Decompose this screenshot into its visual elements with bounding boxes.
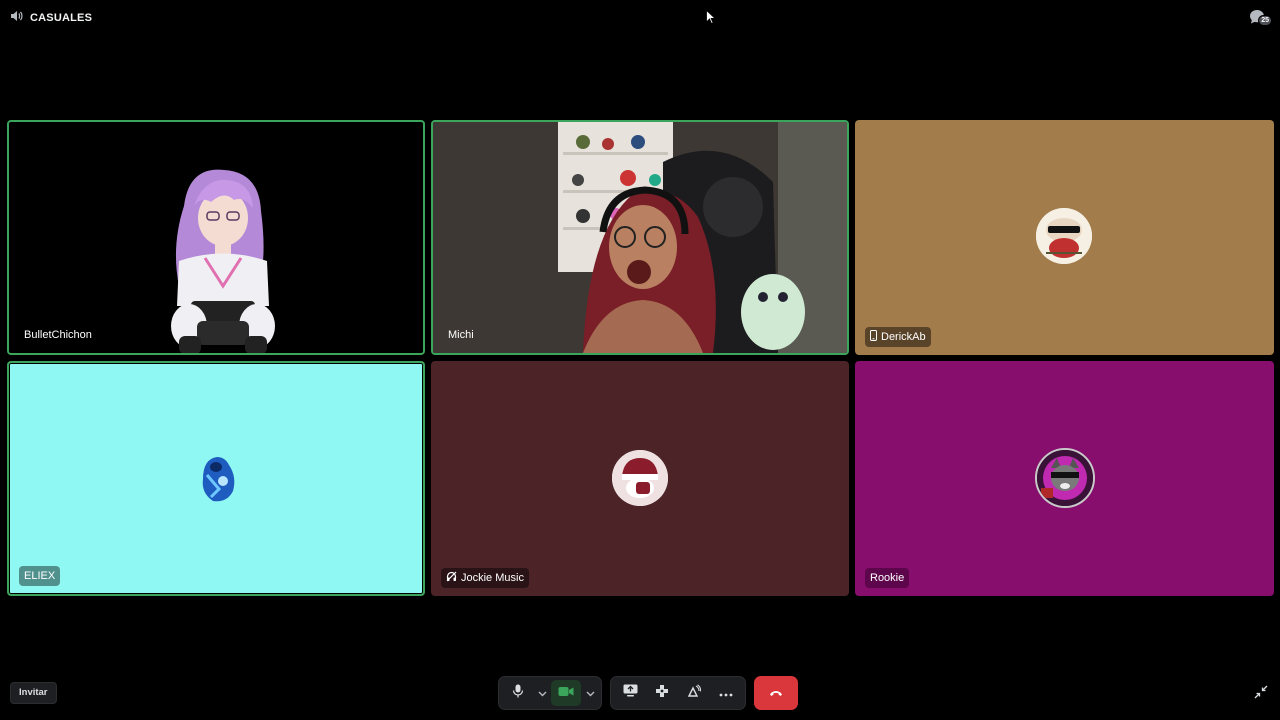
avatar: [189, 451, 245, 507]
participant-name: Jockie Music: [461, 572, 524, 584]
hang-up-icon: [769, 684, 783, 702]
more-options-button[interactable]: [711, 680, 741, 706]
mobile-phone-icon: [870, 330, 877, 344]
exit-fullscreen-icon: [1254, 685, 1268, 703]
participant-tile-derickab[interactable]: DerickAb: [855, 120, 1274, 355]
chevron-down-icon: [586, 684, 595, 702]
camera-icon: [558, 684, 574, 702]
soundboard-icon: [687, 683, 702, 703]
avatar: [1035, 448, 1095, 508]
participant-name-label: Michi: [443, 325, 479, 345]
headphones-muted-icon: [446, 571, 457, 585]
participant-name: Michi: [448, 329, 474, 341]
invite-button[interactable]: Invitar: [10, 682, 57, 704]
participant-tile-michi[interactable]: Michi: [431, 120, 849, 355]
audio-video-controls: [498, 676, 602, 710]
participant-name: BulletChichon: [24, 329, 92, 341]
participant-name-label: Rookie: [865, 568, 910, 588]
participant-tile-jockie-music[interactable]: Jockie Music: [431, 361, 849, 596]
participant-name: DerickAb: [881, 331, 926, 343]
video-options-button[interactable]: [583, 680, 597, 706]
activity-controls: [610, 676, 746, 710]
channel-name: CASUALES: [30, 12, 93, 24]
disconnect-button[interactable]: [754, 676, 798, 710]
participant-tile-eliex[interactable]: ELIEX: [7, 361, 425, 596]
call-controls-bar: Invitar: [0, 660, 1280, 720]
activities-button[interactable]: [647, 680, 677, 706]
participant-name: Rookie: [870, 572, 905, 584]
exit-fullscreen-button[interactable]: [1254, 685, 1268, 699]
avatar: [1036, 208, 1092, 264]
activities-icon: [655, 684, 669, 703]
avatar: [612, 450, 668, 506]
top-bar: CASUALES 25: [0, 0, 1280, 32]
more-icon: [719, 684, 733, 702]
participant-name-label: DerickAb: [865, 327, 931, 347]
participant-name: ELIEX: [24, 570, 56, 582]
speaker-icon: [10, 9, 23, 27]
participant-name-label: BulletChichon: [19, 325, 97, 345]
mouse-cursor-icon: [706, 10, 715, 24]
call-controls: [498, 676, 798, 710]
audio-options-button[interactable]: [535, 680, 549, 706]
screen-share-icon: [623, 684, 638, 702]
participant-name-label: Jockie Music: [441, 568, 529, 588]
chevron-down-icon: [538, 684, 547, 702]
participant-name-label: ELIEX: [19, 566, 61, 586]
screen-share-button[interactable]: [615, 680, 645, 706]
soundboard-button[interactable]: [679, 680, 709, 706]
camera-button[interactable]: [551, 680, 581, 706]
channel-header: CASUALES: [10, 9, 92, 27]
chat-button[interactable]: 25: [1248, 8, 1272, 28]
webcam-video-feed: [433, 122, 847, 353]
chat-count-badge: 25: [1258, 15, 1272, 26]
participant-tile-rookie[interactable]: Rookie: [855, 361, 1274, 596]
participant-tile-bulletchichon[interactable]: BulletChichon: [7, 120, 425, 355]
microphone-button[interactable]: [503, 680, 533, 706]
vtuber-video-feed: [171, 169, 275, 353]
microphone-icon: [512, 684, 524, 703]
